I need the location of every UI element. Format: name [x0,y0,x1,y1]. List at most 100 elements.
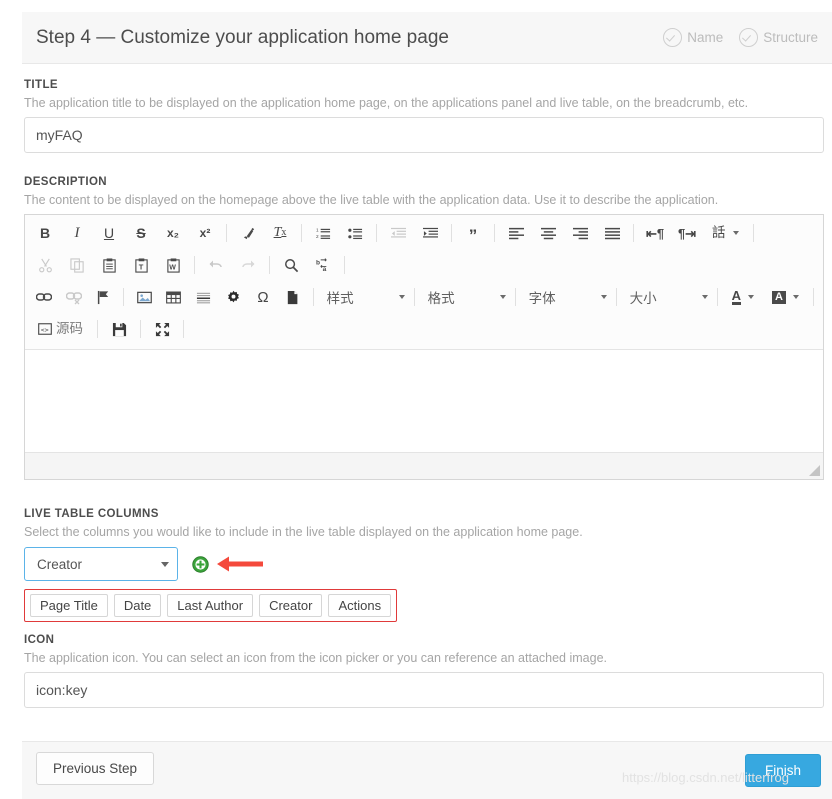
align-right-icon[interactable] [567,221,593,245]
icon-input[interactable] [24,672,824,708]
add-column-icon[interactable] [192,555,209,573]
description-editor-area[interactable] [25,350,823,453]
chevron-down-icon [748,295,754,299]
live-table-columns-block: LIVE TABLE COLUMNS Select the columns yo… [24,508,824,622]
column-chip-date[interactable]: Date [113,594,162,617]
italic-icon[interactable]: I [64,221,90,245]
horizontal-rule-icon[interactable] [192,285,216,309]
selected-columns-box: Page Title Date Last Author Creator Acti… [24,589,398,622]
toolbar-separator [269,256,270,274]
paste-from-word-icon[interactable]: W [160,253,186,277]
source-code-button[interactable]: <> 源码 [32,317,89,341]
decrease-indent-icon[interactable] [385,221,411,245]
rich-text-editor: B I U S x₂ x² Tx 12 ” ⇤¶ ¶⇥ 話 T W b a Ω … [24,214,824,480]
text-direction-rtl-icon[interactable]: ¶⇥ [674,221,700,245]
table-icon[interactable] [162,285,186,309]
chevron-down-icon [398,295,405,299]
column-chip-last-author[interactable]: Last Author [167,594,254,617]
description-field-block: DESCRIPTION The content to be displayed … [24,176,824,480]
font-dropdown[interactable]: 字体 [521,285,611,309]
save-icon[interactable] [106,317,132,341]
find-icon[interactable] [278,253,304,277]
remove-format-icon[interactable]: Tx [267,221,293,245]
undo-icon[interactable] [203,253,229,277]
page-break-icon[interactable] [281,285,305,309]
bulleted-list-icon[interactable] [342,221,368,245]
font-size-dropdown[interactable]: 大小 [622,285,712,309]
editor-toolbar: B I U S x₂ x² Tx 12 ” ⇤¶ ¶⇥ 話 T W b a Ω … [25,215,823,350]
font-size-dropdown-label: 大小 [629,291,657,306]
svg-text:a: a [322,266,326,273]
numbered-list-icon[interactable]: 12 [310,221,336,245]
strikethrough-icon[interactable]: S [128,221,154,245]
blockquote-icon[interactable]: ” [460,219,486,248]
anchor-flag-icon[interactable] [91,285,115,309]
editor-footer-bar [25,453,823,479]
chevron-down-icon [161,561,169,567]
svg-text:W: W [169,264,176,271]
align-justify-icon[interactable] [599,221,625,245]
increase-indent-icon[interactable] [417,221,443,245]
title-input[interactable] [24,117,824,153]
align-center-icon[interactable] [535,221,561,245]
title-hint: The application title to be displayed on… [24,96,749,110]
link-icon[interactable] [32,285,56,309]
special-character-icon[interactable]: Ω [251,285,275,309]
previous-step-button[interactable]: Previous Step [36,752,155,785]
wizard-footer: Previous Step Finish [22,741,832,799]
maximize-icon[interactable] [149,317,175,341]
copy-icon[interactable] [64,253,90,277]
icon-field-block: ICON The application icon. You can selec… [24,634,824,708]
column-chip-actions[interactable]: Actions [328,594,392,617]
paste-as-text-icon[interactable]: T [128,253,154,277]
superscript-icon[interactable]: x² [192,221,218,245]
format-dropdown[interactable]: 格式 [420,285,510,309]
column-chip-page-title[interactable]: Page Title [30,594,108,617]
finish-button[interactable]: Finish [745,754,822,787]
toolbar-separator [312,288,314,306]
svg-text:<>: <> [41,326,49,334]
unlink-icon[interactable] [62,285,86,309]
column-select[interactable]: Creator [24,547,178,581]
toolbar-separator [812,288,814,306]
background-color-picker[interactable]: A [766,285,805,309]
editor-resize-handle[interactable] [809,465,820,476]
font-dropdown-label: 字体 [528,291,556,306]
cut-icon[interactable] [32,253,58,277]
step-indicator-name[interactable]: Name [663,28,723,47]
text-color-picker[interactable]: A [726,285,760,309]
styles-dropdown[interactable]: 样式 [319,285,409,309]
red-arrow-annotation [217,556,263,572]
step-label: Structure [763,30,818,45]
language-dropdown[interactable]: 話 [706,221,745,245]
toolbar-separator [615,288,617,306]
bold-icon[interactable]: B [32,221,58,245]
redo-icon[interactable] [235,253,261,277]
toolbar-separator [123,288,125,306]
toolbar-separator [413,288,415,306]
text-direction-ltr-icon[interactable]: ⇤¶ [642,221,668,245]
text-color-letter: A [731,287,741,305]
replace-icon[interactable]: ba [310,253,336,277]
editor-toolbar-row-2: T W ba [29,249,819,281]
settings-gear-icon[interactable] [221,285,245,309]
underline-icon[interactable]: U [96,221,122,245]
column-select-value: Creator [37,556,83,572]
icon-hint: The application icon. You can select an … [24,651,607,665]
step-indicator-structure[interactable]: Structure [739,28,818,47]
subscript-icon[interactable]: x₂ [160,221,186,245]
step-indicator-strip: Name Structure [663,28,818,47]
icon-label: ICON [24,634,55,646]
live-table-columns-label: LIVE TABLE COLUMNS [24,508,159,520]
paste-icon[interactable] [96,253,122,277]
toolbar-separator [183,320,184,338]
toolbar-separator [226,224,227,242]
svg-text:b: b [316,259,320,266]
column-chip-creator[interactable]: Creator [259,594,323,617]
image-icon[interactable] [132,285,156,309]
step-label: Name [687,30,724,45]
align-left-icon[interactable] [503,221,529,245]
editor-toolbar-row-3: Ω 样式 格式 字体 大小 A A [29,281,819,313]
remove-format-brush-icon[interactable] [235,221,261,245]
title-field-block: TITLE The application title to be displa… [24,79,824,153]
